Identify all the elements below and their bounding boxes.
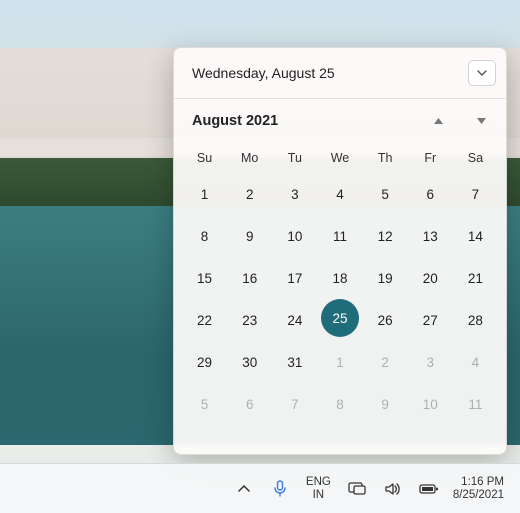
calendar-day-selected[interactable]: 25	[321, 299, 359, 337]
calendar-day[interactable]: 9	[229, 215, 271, 257]
microphone-icon	[273, 480, 287, 498]
calendar-week-row: 15161718192021	[174, 257, 506, 299]
calendar-day-other-month[interactable]: 3	[409, 341, 451, 383]
chevron-up-icon	[238, 485, 250, 493]
calendar-week-row: 2930311234	[174, 341, 506, 383]
calendar-day[interactable]: 7	[454, 173, 496, 215]
collapse-button[interactable]	[468, 60, 496, 86]
calendar-flyout: Wednesday, August 25 August 2021 SuMoTuW…	[173, 47, 507, 455]
calendar-day[interactable]: 28	[454, 299, 496, 341]
calendar-day-other-month[interactable]: 7	[274, 383, 316, 425]
battery-button[interactable]	[415, 475, 443, 503]
month-year-label[interactable]: August 2021	[192, 113, 278, 129]
calendar-day[interactable]: 10	[274, 215, 316, 257]
calendar-day-other-month[interactable]: 9	[364, 383, 406, 425]
weekday-header: Mo	[227, 145, 272, 171]
clock-time: 1:16 PM	[453, 476, 504, 489]
speaker-icon	[385, 482, 401, 496]
calendar-week-row: 891011121314	[174, 215, 506, 257]
month-nav-arrows	[430, 114, 490, 128]
calendar-day-other-month[interactable]: 1	[319, 341, 361, 383]
calendar-day[interactable]: 4	[319, 173, 361, 215]
calendar-day[interactable]: 23	[229, 299, 271, 341]
triangle-up-icon	[434, 118, 443, 124]
calendar-day[interactable]: 16	[229, 257, 271, 299]
next-month-button[interactable]	[473, 114, 490, 128]
calendar-day[interactable]: 17	[274, 257, 316, 299]
calendar-day[interactable]: 11	[319, 215, 361, 257]
calendar-day[interactable]: 30	[229, 341, 271, 383]
weekday-header-row: SuMoTuWeThFrSa	[174, 145, 506, 171]
calendar-day[interactable]: 22	[184, 299, 226, 341]
month-navigation: August 2021	[174, 99, 506, 135]
calendar-day-other-month[interactable]: 5	[184, 383, 226, 425]
calendar-day[interactable]: 3	[274, 173, 316, 215]
calendar-day[interactable]: 14	[454, 215, 496, 257]
calendar-day[interactable]: 6	[409, 173, 451, 215]
weekday-header: We	[317, 145, 362, 171]
clock-date: 8/25/2021	[453, 489, 504, 502]
calendar-day[interactable]: 13	[409, 215, 451, 257]
calendar-day[interactable]: 15	[184, 257, 226, 299]
overflow-tray-button[interactable]	[230, 475, 258, 503]
calendar-week-row: 1234567	[174, 173, 506, 215]
language-code: ENG	[306, 476, 331, 489]
calendar-grid: 1234567891011121314151617181920212223242…	[174, 171, 506, 427]
weekday-header: Th	[363, 145, 408, 171]
calendar-day[interactable]: 8	[184, 215, 226, 257]
weekday-header: Tu	[272, 145, 317, 171]
calendar-day-other-month[interactable]: 6	[229, 383, 271, 425]
calendar-day[interactable]: 27	[409, 299, 451, 341]
calendar-week-row: 567891011	[174, 383, 506, 425]
language-region: IN	[306, 489, 331, 502]
battery-icon	[419, 483, 439, 495]
calendar-day-other-month[interactable]: 4	[454, 341, 496, 383]
calendar-day[interactable]: 21	[454, 257, 496, 299]
calendar-day[interactable]: 18	[319, 257, 361, 299]
weekday-header: Sa	[453, 145, 498, 171]
current-date-label[interactable]: Wednesday, August 25	[192, 65, 335, 81]
calendar-day[interactable]: 31	[274, 341, 316, 383]
triangle-down-icon	[477, 118, 486, 124]
prev-month-button[interactable]	[430, 114, 447, 128]
calendar-week-row: 22232425262728	[174, 299, 506, 341]
project-display-button[interactable]	[343, 475, 371, 503]
volume-button[interactable]	[379, 475, 407, 503]
calendar-day[interactable]: 19	[364, 257, 406, 299]
calendar-day[interactable]: 5	[364, 173, 406, 215]
weekday-header: Su	[182, 145, 227, 171]
calendar-day[interactable]: 2	[229, 173, 271, 215]
calendar-day-other-month[interactable]: 10	[409, 383, 451, 425]
calendar-day[interactable]: 12	[364, 215, 406, 257]
calendar-day-other-month[interactable]: 2	[364, 341, 406, 383]
microphone-voice-button[interactable]	[266, 475, 294, 503]
taskbar: ENG IN 1:16 PM 8/25/2021	[0, 463, 520, 513]
display-icon	[348, 482, 366, 496]
calendar-day[interactable]: 26	[364, 299, 406, 341]
language-indicator[interactable]: ENG IN	[302, 476, 335, 502]
calendar-day[interactable]: 20	[409, 257, 451, 299]
calendar-day[interactable]: 1	[184, 173, 226, 215]
chevron-down-icon	[477, 70, 487, 76]
weekday-header: Fr	[408, 145, 453, 171]
calendar-day[interactable]: 29	[184, 341, 226, 383]
calendar-day-other-month[interactable]: 11	[454, 383, 496, 425]
clock-date-button[interactable]: 1:16 PM 8/25/2021	[451, 476, 506, 502]
calendar-day[interactable]: 24	[274, 299, 316, 341]
calendar-header: Wednesday, August 25	[174, 48, 506, 99]
calendar-day-other-month[interactable]: 8	[319, 383, 361, 425]
